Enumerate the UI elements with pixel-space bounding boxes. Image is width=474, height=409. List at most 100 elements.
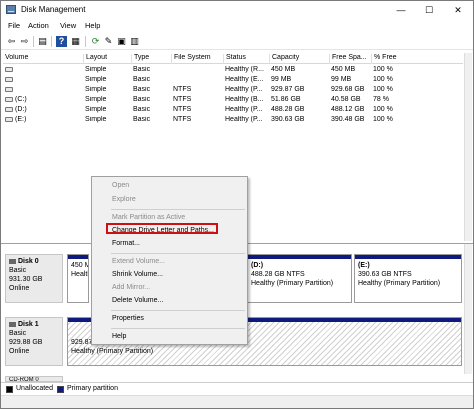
console-tree-icon[interactable]: ▤ [37, 36, 48, 47]
status-cell: Healthy (P... [225, 106, 263, 113]
free-space-cell: 99 MB [331, 76, 352, 83]
settings-icon[interactable]: ▣ [116, 36, 127, 47]
maximize-button[interactable]: ☐ [415, 1, 443, 19]
column-header-file-system[interactable]: File System [171, 54, 223, 64]
volume-row[interactable]: Simple Basic Healthy (E... 99 MB 99 MB 1… [3, 76, 463, 86]
menu-item-mark-partition-active[interactable]: Mark Partition as Active [112, 214, 185, 221]
type-cell: Basic [133, 76, 151, 83]
primary-partition-bar [248, 255, 351, 259]
percent-free-cell: 78 % [373, 96, 389, 103]
drive-icon [5, 96, 13, 102]
view-icon[interactable]: ▥ [129, 36, 140, 47]
volume-name: (C:) [15, 96, 27, 103]
disk-icon [9, 321, 16, 327]
layout-cell: Simple [85, 66, 107, 73]
refresh-icon[interactable]: ⟳ [90, 36, 101, 47]
menu-item-shrink-volume[interactable]: Shrink Volume... [112, 271, 163, 278]
rescan-icon[interactable]: ✎ [103, 36, 114, 47]
partition-status: Health [71, 271, 88, 278]
menu-item-extend-volume[interactable]: Extend Volume... [112, 258, 165, 265]
partition-block[interactable]: 450 M Health [67, 254, 89, 303]
menu-bar: File Action View Help [1, 19, 473, 33]
disk-status: Online [9, 348, 30, 355]
menu-separator [111, 310, 245, 311]
free-space-cell: 390.48 GB [331, 116, 365, 123]
menu-separator [111, 253, 245, 254]
close-button[interactable]: ✕ [444, 1, 472, 19]
menu-separator [111, 209, 245, 210]
menu-item-add-mirror[interactable]: Add Mirror... [112, 284, 150, 291]
layout-cell: Simple [85, 76, 107, 83]
toolbar: ⇦ ⇨ ▤ ? ▦ ⟳ ✎ ▣ ▥ [1, 33, 473, 50]
menu-item-help[interactable]: Help [112, 333, 126, 340]
volume-row[interactable]: (C:) Simple Basic NTFS Healthy (B... 51.… [3, 96, 463, 106]
status-cell: Healthy (P... [225, 116, 263, 123]
drive-icon [5, 86, 13, 92]
volume-name-cell [3, 76, 83, 83]
primary-partition-bar [68, 255, 88, 259]
column-header-layout[interactable]: Layout [83, 54, 131, 64]
menu-file[interactable]: File [8, 21, 20, 30]
menu-view[interactable]: View [60, 21, 76, 30]
layout-cell: Simple [85, 116, 107, 123]
column-header-status[interactable]: Status [223, 54, 269, 64]
minimize-button[interactable]: — [387, 1, 415, 19]
drive-icon [5, 76, 13, 82]
menu-action[interactable]: Action [28, 21, 49, 30]
status-cell: Healthy (B... [225, 96, 264, 103]
partition-status: Healthy (Primary Partition) [71, 348, 154, 355]
menu-help[interactable]: Help [85, 21, 100, 30]
file-system-cell: NTFS [173, 86, 192, 93]
status-bar [1, 395, 473, 408]
column-header-free-space[interactable]: Free Spa... [329, 54, 371, 64]
disk-0-label[interactable]: Disk 0 Basic 931.30 GB Online [5, 254, 63, 303]
menu-item-delete-volume[interactable]: Delete Volume... [112, 297, 163, 304]
properties-icon[interactable]: ▦ [70, 36, 81, 47]
partition-block-e[interactable]: (E:) 390.63 GB NTFS Healthy (Primary Par… [354, 254, 462, 303]
volume-row[interactable]: Simple Basic NTFS Healthy (P... 929.87 G… [3, 86, 463, 96]
toolbar-separator [51, 36, 52, 47]
partition-block-d[interactable]: (D:) 488.28 GB NTFS Healthy (Primary Par… [247, 254, 352, 303]
disk-pane-scrollbar[interactable] [464, 244, 472, 374]
capacity-cell: 488.28 GB [271, 106, 305, 113]
volume-row[interactable]: (E:) Simple Basic NTFS Healthy (P... 390… [3, 116, 463, 126]
column-header-percent-free[interactable]: % Free [371, 54, 411, 64]
forward-arrow-icon[interactable]: ⇨ [19, 36, 30, 47]
window-title: Disk Management [21, 5, 86, 14]
disk-1-label[interactable]: Disk 1 Basic 929.88 GB Online [5, 317, 63, 366]
help-icon[interactable]: ? [56, 36, 67, 47]
column-header-capacity[interactable]: Capacity [269, 54, 329, 64]
type-cell: Basic [133, 66, 151, 73]
menu-item-explore[interactable]: Explore [112, 196, 136, 203]
capacity-cell: 99 MB [271, 76, 292, 83]
title-bar: Disk Management — ☐ ✕ [1, 1, 473, 19]
layout-cell: Simple [85, 106, 107, 113]
partition-name: (E:) [358, 262, 370, 269]
volume-row[interactable]: (D:) Simple Basic NTFS Healthy (P... 488… [3, 106, 463, 116]
menu-item-format[interactable]: Format... [112, 240, 140, 247]
free-space-cell: 929.68 GB [331, 86, 365, 93]
volume-name: (D:) [15, 106, 27, 113]
toolbar-separator [33, 36, 34, 47]
file-system-cell: NTFS [173, 116, 192, 123]
capacity-cell: 450 MB [271, 66, 296, 73]
percent-free-cell: 100 % [373, 106, 393, 113]
column-header-volume[interactable]: Volume [3, 54, 83, 64]
free-space-cell: 488.12 GB [331, 106, 365, 113]
primary-partition-swatch [57, 386, 64, 393]
volume-name-cell: (C:) [3, 96, 83, 103]
menu-item-properties[interactable]: Properties [112, 315, 144, 322]
volume-row[interactable]: Simple Basic Healthy (R... 450 MB 450 MB… [3, 66, 463, 76]
layout-cell: Simple [85, 86, 107, 93]
back-arrow-icon[interactable]: ⇦ [6, 36, 17, 47]
disk-management-window: Disk Management — ☐ ✕ File Action View H… [0, 0, 474, 409]
column-header-type[interactable]: Type [131, 54, 171, 64]
volume-name-cell: (E:) [3, 116, 83, 123]
volume-name: (E:) [15, 116, 27, 123]
free-space-cell: 450 MB [331, 66, 356, 73]
menu-item-open[interactable]: Open [112, 182, 129, 189]
type-cell: Basic [133, 86, 151, 93]
percent-free-cell: 100 % [373, 116, 393, 123]
disk-type: Basic [9, 330, 27, 337]
volume-list-scrollbar[interactable] [464, 53, 472, 241]
